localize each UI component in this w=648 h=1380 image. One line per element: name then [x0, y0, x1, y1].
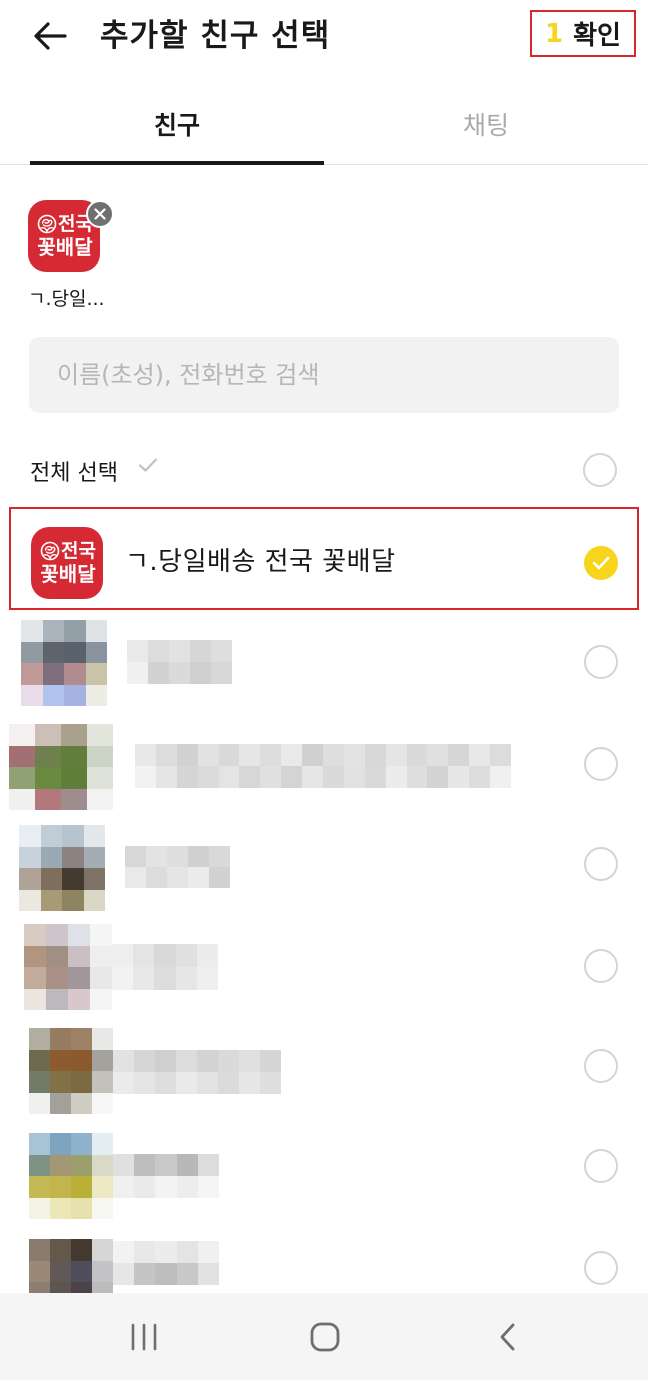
friend-row[interactable] — [0, 1019, 648, 1119]
friend-checkbox[interactable] — [584, 1049, 618, 1083]
logo-text-line2: 꽃배달 — [40, 562, 96, 586]
friend-name-blurred — [112, 944, 218, 990]
friend-checkbox[interactable] — [584, 1251, 618, 1285]
home-icon — [310, 1322, 340, 1352]
header: 추가할 친구 선택 1 확인 — [0, 0, 648, 72]
selected-count: 1 — [545, 18, 564, 49]
search-input[interactable] — [29, 337, 619, 413]
friend-avatar-blurred — [29, 1028, 113, 1114]
friend-row[interactable] — [0, 1119, 648, 1219]
friend-row[interactable] — [0, 817, 648, 917]
friend-checkbox[interactable] — [584, 949, 618, 983]
system-navigation-bar — [0, 1293, 648, 1380]
tab-bar: 친구 채팅 — [0, 84, 648, 165]
friend-avatar-blurred — [29, 1239, 113, 1293]
friend-checkbox[interactable] — [584, 747, 618, 781]
check-icon — [592, 556, 610, 570]
friend-avatar-blurred — [21, 620, 107, 706]
friend-checkbox[interactable] — [584, 645, 618, 679]
back-chevron-icon — [500, 1323, 515, 1351]
friend-avatar-blurred — [9, 724, 113, 810]
remove-selected-button[interactable] — [86, 200, 114, 228]
friend-name-blurred — [113, 1241, 219, 1285]
confirm-button[interactable]: 1 확인 — [530, 10, 636, 57]
friend-name: ㄱ.당일배송 전국 꽃배달 — [125, 547, 396, 577]
rose-icon — [37, 214, 57, 234]
logo-text-line2: 꽃배달 — [37, 235, 93, 259]
friend-name-blurred — [127, 640, 232, 684]
friend-row[interactable] — [0, 717, 648, 817]
selected-chip: 전국 꽃배달 ㄱ.당일... — [28, 200, 114, 310]
friend-avatar-blurred — [24, 924, 112, 1010]
friend-avatar: 전국 꽃배달 — [31, 527, 103, 599]
arrow-left-icon — [34, 22, 67, 50]
select-all-checkbox[interactable] — [583, 453, 617, 487]
home-button[interactable] — [303, 1315, 347, 1359]
logo-text-line1: 전국 — [61, 540, 96, 562]
friend-name-blurred — [113, 1154, 219, 1198]
back-button[interactable] — [28, 14, 72, 58]
friend-checkbox[interactable] — [584, 1149, 618, 1183]
selected-chip-name: ㄱ.당일... — [28, 288, 105, 310]
tab-friends[interactable]: 친구 — [30, 84, 324, 165]
page-title: 추가할 친구 선택 — [100, 18, 331, 54]
select-all-label: 전체 선택 — [30, 461, 118, 486]
system-back-button[interactable] — [486, 1315, 530, 1359]
friend-row[interactable] — [0, 919, 648, 1019]
check-icon — [138, 458, 158, 472]
friend-name-blurred — [125, 846, 230, 888]
friend-name-blurred — [113, 1050, 281, 1094]
friend-checkbox-checked[interactable] — [584, 546, 618, 580]
close-icon — [94, 208, 106, 220]
recent-apps-icon — [131, 1323, 157, 1351]
friend-row-selected[interactable]: 전국 꽃배달 ㄱ.당일배송 전국 꽃배달 — [9, 507, 639, 610]
recent-apps-button[interactable] — [122, 1315, 166, 1359]
select-all-row[interactable]: 전체 선택 — [30, 440, 620, 500]
friend-row[interactable] — [0, 1219, 648, 1293]
friend-name-blurred — [135, 744, 511, 788]
friend-checkbox[interactable] — [584, 847, 618, 881]
friend-row[interactable] — [0, 615, 648, 715]
tab-chat[interactable]: 채팅 — [324, 84, 648, 164]
friend-avatar-blurred — [29, 1133, 113, 1219]
rose-icon — [40, 541, 60, 561]
friend-avatar-blurred — [19, 825, 105, 911]
confirm-label: 확인 — [573, 21, 621, 51]
